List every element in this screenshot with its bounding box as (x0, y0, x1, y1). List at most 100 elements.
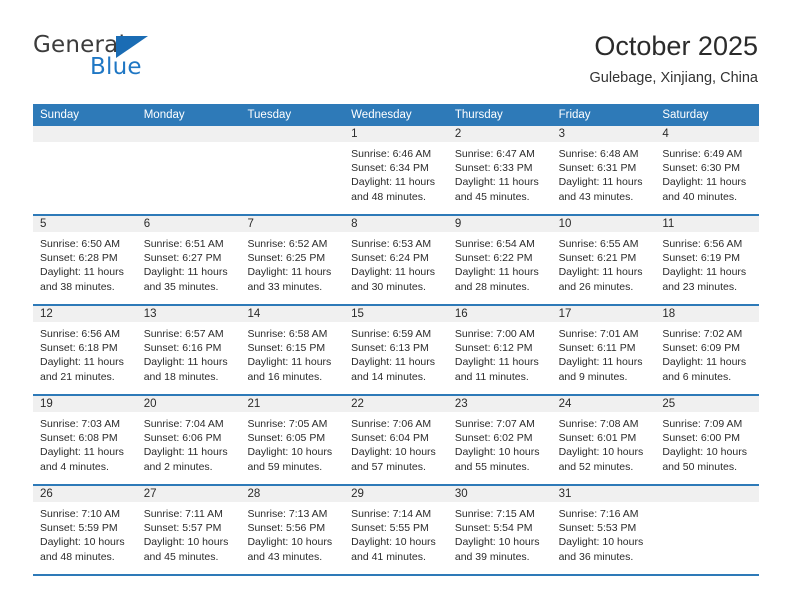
day-details: Sunrise: 7:03 AM Sunset: 6:08 PM Daylight:… (33, 412, 137, 474)
calendar-day-cell[interactable]: 14 Sunrise: 6:58 AM Sunset: 6:15 PM Dayligh… (240, 306, 345, 394)
day-detail-line: Daylight: 10 hours (351, 536, 436, 549)
calendar-day-cell[interactable]: 29 Sunrise: 7:14 AM Sunset: 5:55 PM Dayligh… (344, 486, 448, 574)
day-detail-line: and 59 minutes. (247, 460, 323, 473)
calendar-day-cell[interactable]: 6 Sunrise: 6:51 AM Sunset: 6:27 PM Daylight… (136, 216, 241, 304)
calendar-day-cell[interactable]: 18 Sunrise: 7:02 AM Sunset: 6:09 PM Dayligh… (655, 306, 760, 394)
calendar-day-cell[interactable]: 7 Sunrise: 6:52 AM Sunset: 6:25 PM Daylight… (240, 216, 345, 304)
day-number: 29 (344, 486, 448, 502)
day-detail-line: Sunrise: 7:14 AM (351, 508, 432, 520)
calendar-day-cell[interactable]: 1 Sunrise: 6:46 AM Sunset: 6:34 PM Daylight… (344, 126, 448, 214)
calendar-day-cell[interactable]: 22 Sunrise: 7:06 AM Sunset: 6:04 PM Dayligh… (344, 396, 448, 484)
calendar-day-cell[interactable]: 12 Sunrise: 6:56 AM Sunset: 6:18 PM Dayligh… (33, 306, 137, 394)
day-detail-line: Sunset: 6:09 PM (662, 342, 740, 355)
day-details: Sunrise: 6:46 AM Sunset: 6:34 PM Daylight:… (344, 142, 448, 204)
day-detail-line: Daylight: 11 hours (351, 356, 436, 369)
day-number: 11 (655, 216, 760, 232)
day-detail-line: Sunrise: 7:06 AM (351, 418, 432, 430)
day-detail-line: and 21 minutes. (40, 370, 115, 383)
calendar-day-cell[interactable]: 23 Sunrise: 7:07 AM Sunset: 6:02 PM Dayligh… (447, 396, 552, 484)
calendar-day-cell[interactable]: 20 Sunrise: 7:04 AM Sunset: 6:06 PM Dayligh… (136, 396, 241, 484)
day-detail-line: Sunset: 6:06 PM (143, 432, 222, 445)
calendar-day-cell[interactable]: 21 Sunrise: 7:05 AM Sunset: 6:05 PM Dayligh… (240, 396, 345, 484)
logo-text-blue: Blue (90, 54, 142, 80)
weekday-header-sunday: Sunday (40, 109, 80, 121)
day-detail-line: and 23 minutes. (662, 280, 738, 293)
calendar-day-cell[interactable]: 3 Sunrise: 6:48 AM Sunset: 6:31 PM Daylight… (551, 126, 656, 214)
weekday-header-friday: Friday (558, 109, 591, 121)
calendar-day-cell[interactable]: 8 Sunrise: 6:53 AM Sunset: 6:24 PM Daylight… (344, 216, 448, 304)
day-detail-line: Sunset: 6:34 PM (351, 162, 429, 175)
day-detail-line: Sunset: 5:56 PM (247, 522, 326, 535)
calendar-day-cell[interactable]: 10 Sunrise: 6:55 AM Sunset: 6:21 PM Dayligh… (551, 216, 656, 304)
day-detail-line: and 14 minutes. (351, 370, 426, 383)
day-number: 6 (136, 216, 241, 232)
calendar-day-cell[interactable]: 24 Sunrise: 7:08 AM Sunset: 6:01 PM Dayligh… (551, 396, 656, 484)
day-detail-line: Daylight: 11 hours (558, 266, 643, 279)
day-number (655, 486, 760, 502)
day-detail-line: Sunrise: 6:59 AM (351, 328, 432, 340)
day-detail-line: Sunrise: 7:13 AM (247, 508, 328, 520)
day-detail-line: Sunrise: 7:00 AM (454, 328, 535, 340)
day-details: Sunrise: 7:00 AM Sunset: 6:12 PM Daylight:… (448, 322, 552, 384)
day-number: 27 (136, 486, 241, 502)
calendar-day-cell[interactable]: 30 Sunrise: 7:15 AM Sunset: 5:54 PM Dayligh… (447, 486, 552, 574)
day-details: Sunrise: 7:10 AM Sunset: 5:59 PM Daylight:… (33, 502, 137, 564)
day-detail-line: Sunset: 6:28 PM (40, 252, 118, 265)
day-number: 28 (240, 486, 345, 502)
day-detail-line: and 16 minutes. (247, 370, 323, 383)
calendar-day-cell[interactable]: 25 Sunrise: 7:09 AM Sunset: 6:00 PM Dayligh… (655, 396, 760, 484)
calendar-day-cell[interactable]: 28 Sunrise: 7:13 AM Sunset: 5:56 PM Dayligh… (240, 486, 345, 574)
day-detail-line: Daylight: 11 hours (558, 176, 643, 189)
calendar-day-cell[interactable]: 13 Sunrise: 6:57 AM Sunset: 6:16 PM Dayligh… (136, 306, 241, 394)
day-detail-line: Sunrise: 6:58 AM (247, 328, 328, 340)
day-detail-line: Sunset: 6:00 PM (662, 432, 740, 445)
day-detail-line: and 40 minutes. (662, 190, 738, 203)
day-detail-line: Sunset: 6:24 PM (351, 252, 429, 265)
day-detail-line: and 4 minutes. (40, 460, 109, 473)
day-details: Sunrise: 6:54 AM Sunset: 6:22 PM Daylight:… (448, 232, 552, 294)
day-detail-line: Sunset: 6:13 PM (351, 342, 429, 355)
day-detail-line: Sunrise: 7:01 AM (558, 328, 639, 340)
day-detail-line: Daylight: 10 hours (143, 536, 229, 549)
day-number: 20 (136, 396, 241, 412)
day-details: Sunrise: 7:02 AM Sunset: 6:09 PM Daylight:… (655, 322, 759, 384)
day-details (137, 142, 241, 147)
calendar-day-cell[interactable]: 2 Sunrise: 6:47 AM Sunset: 6:33 PM Daylight… (447, 126, 552, 214)
calendar-weeks: 1 Sunrise: 6:46 AM Sunset: 6:34 PM Daylight… (33, 126, 760, 576)
calendar-week-row: 26 Sunrise: 7:10 AM Sunset: 5:59 PM Dayligh… (33, 486, 760, 576)
day-detail-line: Sunset: 6:25 PM (247, 252, 326, 265)
day-number: 26 (33, 486, 137, 502)
calendar-day-cell[interactable]: 27 Sunrise: 7:11 AM Sunset: 5:57 PM Dayligh… (136, 486, 241, 574)
calendar-day-cell[interactable]: 26 Sunrise: 7:10 AM Sunset: 5:59 PM Dayligh… (33, 486, 137, 574)
calendar-day-cell[interactable]: 16 Sunrise: 7:00 AM Sunset: 6:12 PM Dayligh… (447, 306, 552, 394)
title-block: October 2025 Gulebage, Xinjiang, China (590, 31, 758, 87)
day-number: 16 (447, 306, 552, 322)
day-details: Sunrise: 6:56 AM Sunset: 6:19 PM Daylight:… (655, 232, 759, 294)
weekday-header-row: Sunday Monday Tuesday Wednesday Thursday Frid… (33, 104, 759, 126)
calendar-day-cell[interactable]: 11 Sunrise: 6:56 AM Sunset: 6:19 PM Dayligh… (655, 216, 760, 304)
day-details: Sunrise: 7:06 AM Sunset: 6:04 PM Daylight:… (344, 412, 448, 474)
day-detail-line: Sunset: 6:18 PM (40, 342, 118, 355)
day-detail-line: Daylight: 10 hours (454, 446, 540, 459)
calendar-day-cell[interactable]: 5 Sunrise: 6:50 AM Sunset: 6:28 PM Daylight… (33, 216, 137, 304)
day-details: Sunrise: 6:48 AM Sunset: 6:31 PM Daylight:… (552, 142, 656, 204)
day-detail-line: Sunrise: 6:48 AM (558, 148, 639, 160)
calendar-day-cell[interactable]: 31 Sunrise: 7:16 AM Sunset: 5:53 PM Dayligh… (551, 486, 656, 574)
calendar-day-cell[interactable]: 9 Sunrise: 6:54 AM Sunset: 6:22 PM Daylight… (447, 216, 552, 304)
calendar-day-cell[interactable]: 4 Sunrise: 6:49 AM Sunset: 6:30 PM Daylight… (655, 126, 760, 214)
day-detail-line: Sunrise: 7:09 AM (662, 418, 743, 430)
day-detail-line: and 39 minutes. (454, 550, 530, 563)
general-blue-logo[interactable]: General Blue (33, 34, 213, 90)
day-detail-line: and 35 minutes. (143, 280, 219, 293)
day-details: Sunrise: 7:15 AM Sunset: 5:54 PM Daylight:… (448, 502, 552, 564)
calendar-day-cell[interactable]: 19 Sunrise: 7:03 AM Sunset: 6:08 PM Dayligh… (33, 396, 137, 484)
day-number: 25 (655, 396, 760, 412)
day-detail-line: Sunset: 6:19 PM (662, 252, 740, 265)
day-number: 3 (551, 126, 656, 142)
day-number: 12 (33, 306, 137, 322)
day-detail-line: Sunset: 6:16 PM (143, 342, 222, 355)
calendar-day-cell[interactable]: 15 Sunrise: 6:59 AM Sunset: 6:13 PM Dayligh… (344, 306, 448, 394)
day-number: 22 (344, 396, 448, 412)
day-details: Sunrise: 6:51 AM Sunset: 6:27 PM Daylight:… (137, 232, 241, 294)
calendar-day-cell[interactable]: 17 Sunrise: 7:01 AM Sunset: 6:11 PM Dayligh… (551, 306, 656, 394)
